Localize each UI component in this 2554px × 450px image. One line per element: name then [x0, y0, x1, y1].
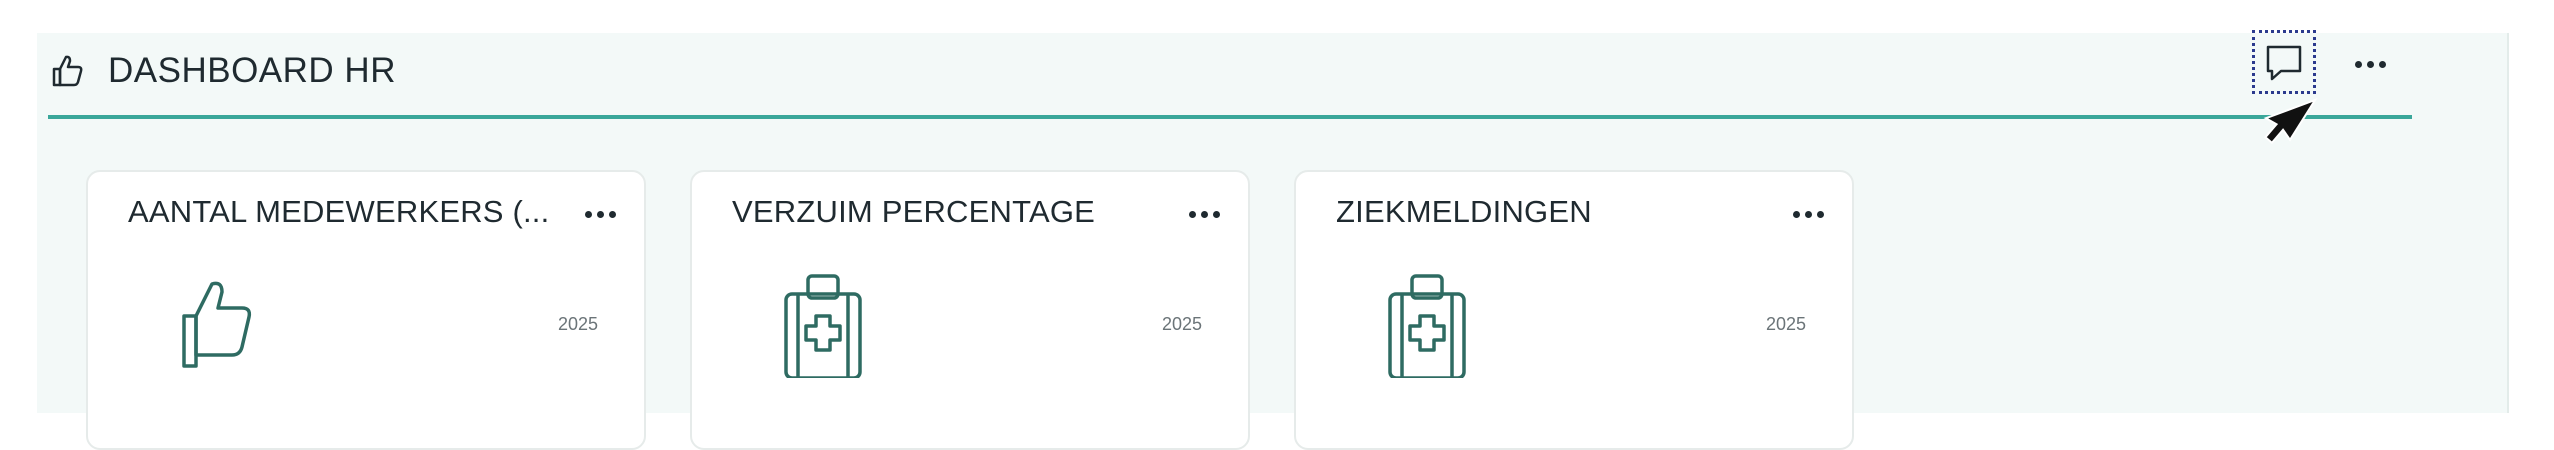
card-year: 2025	[1161, 314, 1202, 334]
dashboard-header: DASHBOARD HR	[48, 38, 2408, 104]
header-more-button[interactable]	[2345, 44, 2395, 84]
card-ziekmeldingen[interactable]: ZIEKMELDINGEN 2025	[1294, 170, 1854, 450]
card-title: VERZUIM PERCENTAGE	[732, 194, 1096, 229]
thumbs-up-icon	[52, 55, 83, 87]
more-horizontal-icon	[1792, 210, 1824, 218]
comment-icon	[2266, 45, 2302, 81]
card-year: 2025	[557, 314, 598, 334]
mouse-cursor	[2263, 97, 2318, 145]
page-title: DASHBOARD HR	[108, 51, 396, 90]
card-title: ZIEKMELDINGEN	[1336, 194, 1592, 229]
card-aantal-medewerkers[interactable]: AANTAL MEDEWERKERS (... 2025	[86, 170, 646, 450]
card-title: AANTAL MEDEWERKERS (...	[128, 194, 550, 229]
card-verzuim-percentage[interactable]: VERZUIM PERCENTAGE 2025	[690, 170, 1250, 450]
more-horizontal-icon	[584, 210, 616, 218]
card-year: 2025	[1765, 314, 1806, 334]
card-more-button[interactable]	[578, 202, 622, 226]
medical-kit-icon	[1388, 274, 1466, 378]
card-more-button[interactable]	[1786, 202, 1830, 226]
more-horizontal-icon	[2354, 60, 2386, 68]
header-divider	[48, 115, 2412, 119]
medical-kit-icon	[784, 274, 862, 378]
thumbs-up-icon	[182, 281, 252, 368]
card-more-button[interactable]	[1182, 202, 1226, 226]
more-horizontal-icon	[1188, 210, 1220, 218]
